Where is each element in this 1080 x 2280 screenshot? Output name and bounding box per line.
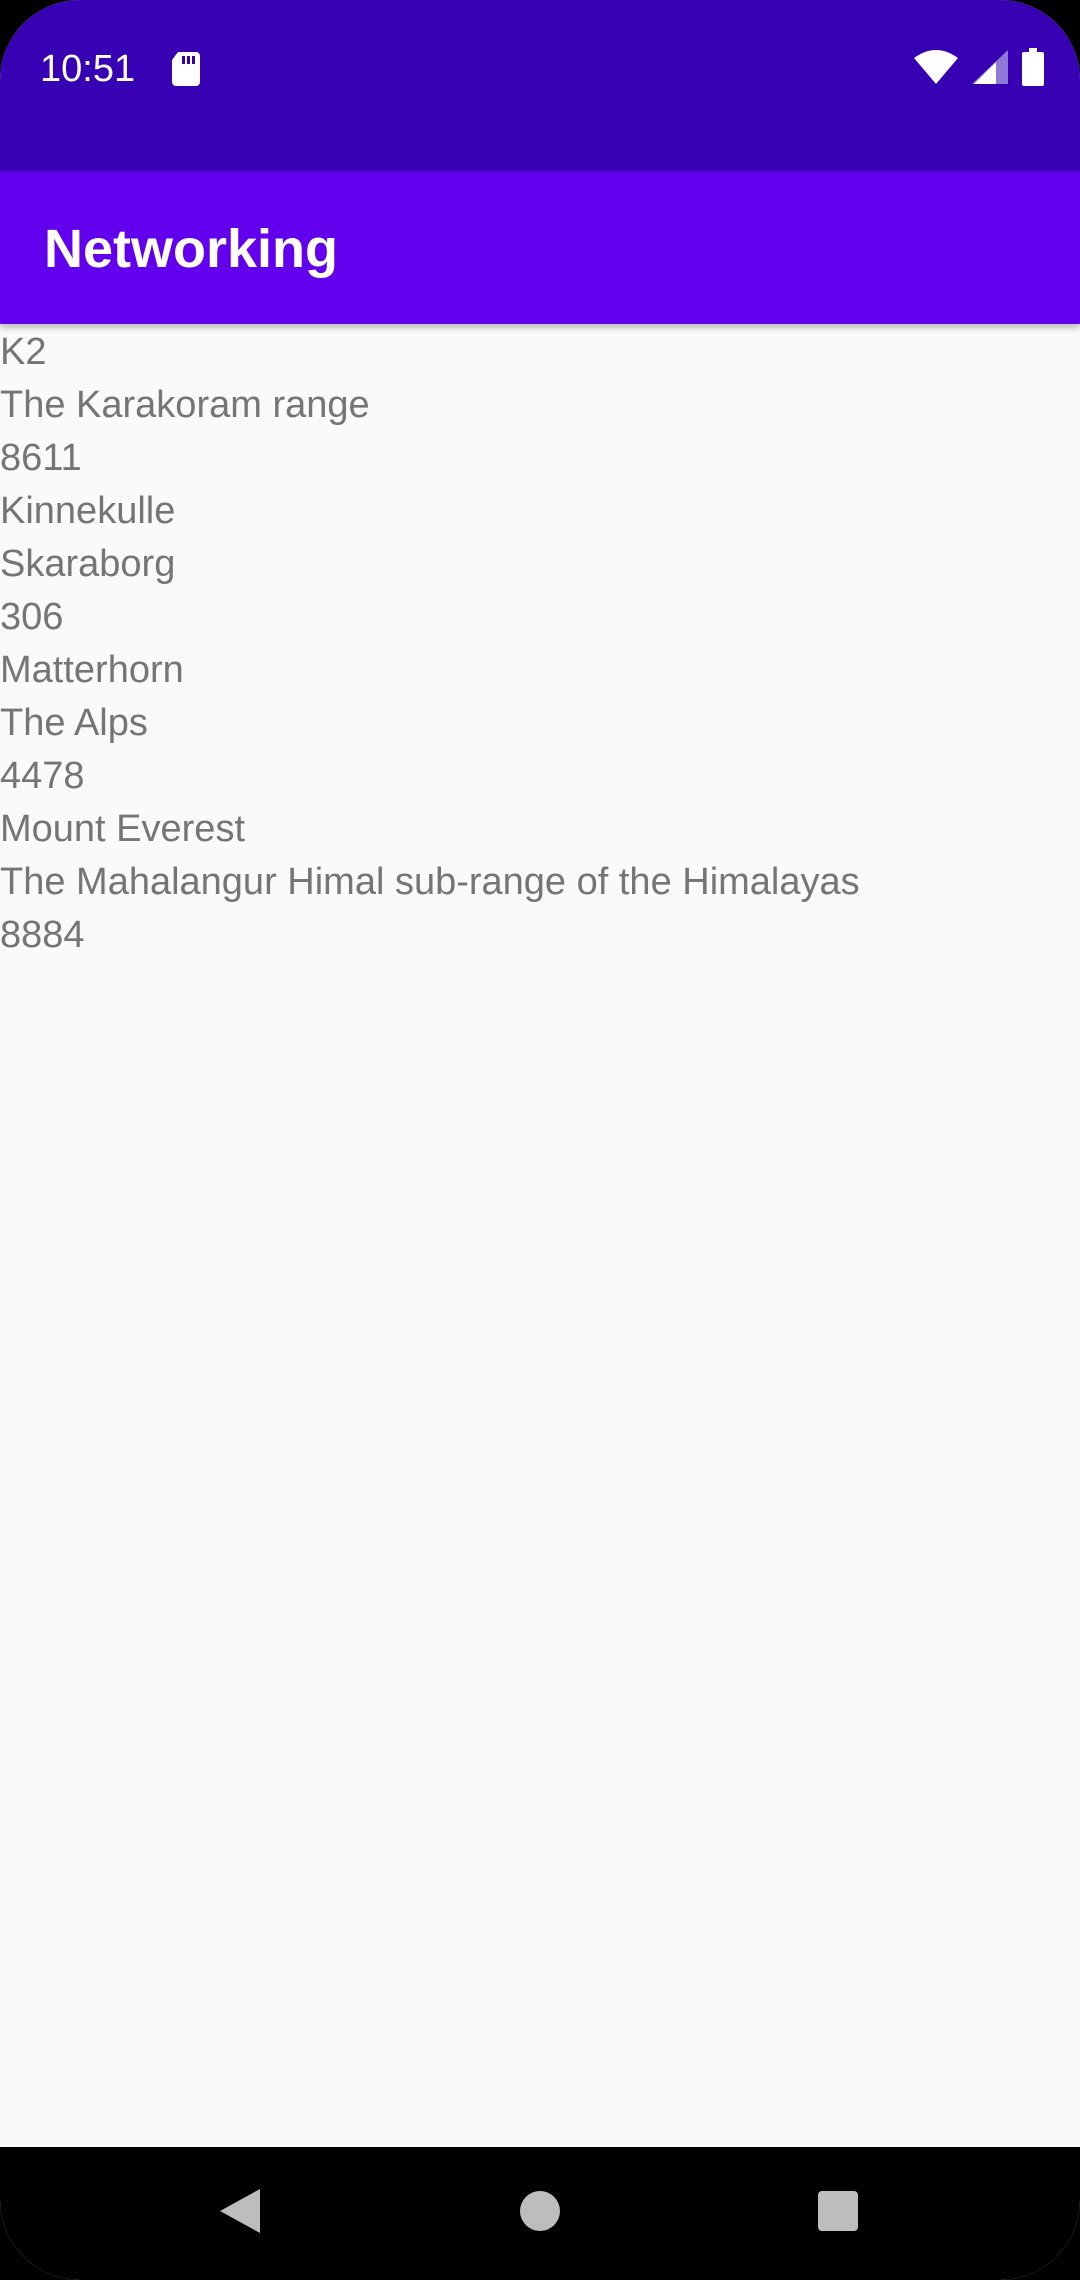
status-time: 10:51 <box>40 48 136 90</box>
list-item: The Alps <box>0 702 148 744</box>
list-item: The Mahalangur Himal sub-range of the Hi… <box>0 861 860 903</box>
status-bar: 10:51 <box>0 0 1080 171</box>
list-item: Mount Everest <box>0 808 245 850</box>
home-icon[interactable] <box>500 2171 580 2251</box>
navigation-bar <box>0 2147 1080 2280</box>
app-title: Networking <box>44 219 339 279</box>
list-item: 306 <box>0 596 64 638</box>
list-item: Matterhorn <box>0 649 184 691</box>
wifi-icon <box>914 49 958 89</box>
list-item: Kinnekulle <box>0 490 176 532</box>
sd-card-icon <box>172 52 200 86</box>
list-item: The Karakoram range <box>0 384 370 426</box>
list-item: Skaraborg <box>0 543 176 585</box>
list-item: 4478 <box>0 755 85 797</box>
status-icons <box>914 47 1044 91</box>
signal-icon <box>972 49 1008 89</box>
battery-icon <box>1022 47 1044 91</box>
list-item: K2 <box>0 331 47 373</box>
list-item: 8611 <box>0 437 82 479</box>
app-bar: Networking <box>0 171 1080 324</box>
list-item: 8884 <box>0 914 85 956</box>
back-icon[interactable] <box>200 2171 280 2251</box>
content-list: K2 The Karakoram range 8611 Kinnekulle S… <box>0 326 1080 2146</box>
recents-icon[interactable] <box>798 2171 878 2251</box>
device-screen: 10:51 Networking K2 The Karakoram range … <box>0 0 1080 2280</box>
